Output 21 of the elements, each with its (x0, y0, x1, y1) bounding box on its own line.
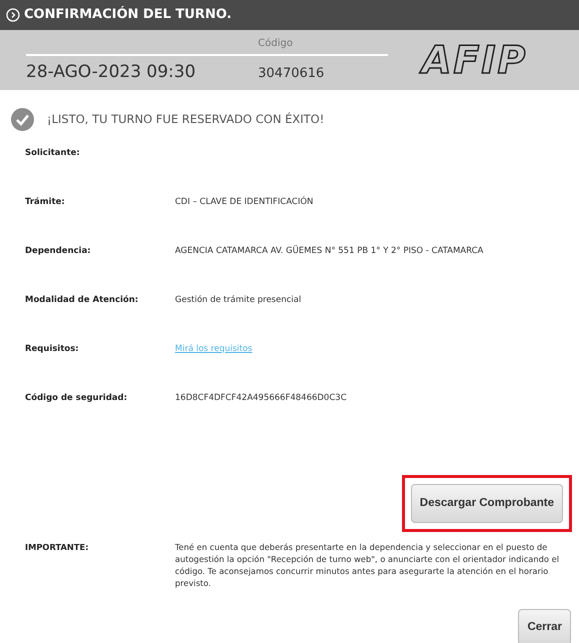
field-label: Solicitante: (25, 147, 81, 160)
page-title: CONFIRMACIÓN DEL TURNO. (24, 5, 232, 24)
success-message: ¡LISTO, TU TURNO FUE RESERVADO CON ÉXITO! (47, 110, 324, 128)
field-value: 16D8CF4DFCF42A495666F48466D0C3C (175, 392, 346, 405)
download-receipt-button[interactable]: Descargar Comprobante (410, 484, 563, 524)
field-value: Gestión de trámite presencial (175, 294, 302, 307)
field-label: Dependencia: (25, 245, 92, 258)
field-label: Requisitos: (25, 343, 80, 356)
appointment-code: 30470616 (258, 65, 324, 84)
close-button[interactable]: Cerrar (518, 609, 571, 643)
field-label: Trámite: (25, 196, 66, 209)
code-label: Código (258, 37, 294, 50)
important-label: IMPORTANTE: (25, 541, 90, 554)
field-value: CDI – CLAVE DE IDENTIFICACIÓN (175, 196, 314, 209)
appointment-datetime: 28-AGO-2023 09:30 (26, 61, 197, 84)
field-label: Modalidad de Atención: (25, 294, 140, 307)
important-note: Tené en cuenta que deberás presentarte en la dependencia y seleccionar en el puesto de autogestión la opción "Recepción de turno web", o anunciarte con el orientador indicando el código. Te aconsejamos concurrir minutos antes para asegurarte la atención en el horario previsto. (175, 541, 560, 590)
field-label: Código de seguridad: (25, 392, 128, 405)
check-circle-icon (11, 108, 34, 131)
field-value: AGENCIA CATAMARCA AV. GÜEMES N° 551 PB 1° Y 2° PISO - CATAMARCA (175, 245, 484, 258)
chevron-circle-icon (6, 8, 20, 22)
